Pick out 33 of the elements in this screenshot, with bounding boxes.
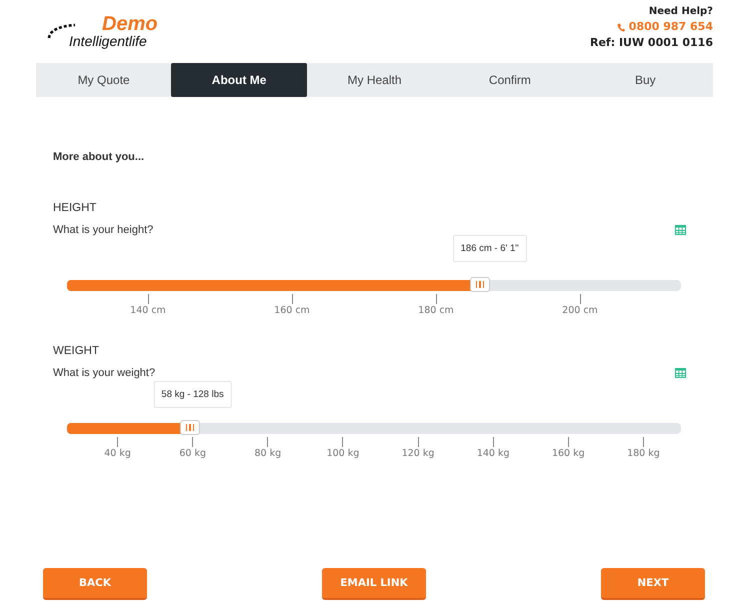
field-heading: WEIGHT [53,344,100,358]
tab[interactable]: My Health [306,63,442,97]
tick-label: 100 kg [326,448,360,459]
value-tooltip: 186 cm - 6' 1" [452,235,527,262]
slider-handle[interactable] [180,420,200,435]
tick-label: 200 cm [562,305,598,316]
phone-icon [616,22,625,32]
tick-label: 160 cm [274,305,310,316]
tick-label: 140 kg [476,448,510,459]
tick-label: 80 kg [254,448,282,459]
help-title: Need Help? [648,5,713,19]
tick-label: 140 cm [130,305,166,316]
reference-number: Ref: IUW 0001 0116 [590,35,713,51]
tick-label: 180 cm [418,305,454,316]
table-icon [675,368,686,378]
tick-label: 60 kg [179,448,206,459]
logo-name: Intelligentlife [69,34,148,48]
tab[interactable]: Buy [578,63,714,97]
section-intro: More about you... [53,151,146,165]
logo-brand: Demo [102,14,158,34]
table-icon [675,225,686,235]
tick-label: 40 kg [104,448,131,459]
tab[interactable]: About Me [171,63,307,97]
slider-handle[interactable] [470,277,490,292]
tick-label: 120 kg [402,448,434,459]
field-question: What is your weight? [53,367,156,379]
tick-label: 180 kg [627,448,660,459]
field-question: What is your height? [53,224,154,236]
field-heading: HEIGHT [53,201,98,215]
tab[interactable]: My Quote [36,63,172,97]
tab[interactable]: Confirm [442,63,578,97]
tick-label: 160 kg [552,448,585,459]
value-tooltip: 58 kg - 128 lbs [153,381,232,408]
